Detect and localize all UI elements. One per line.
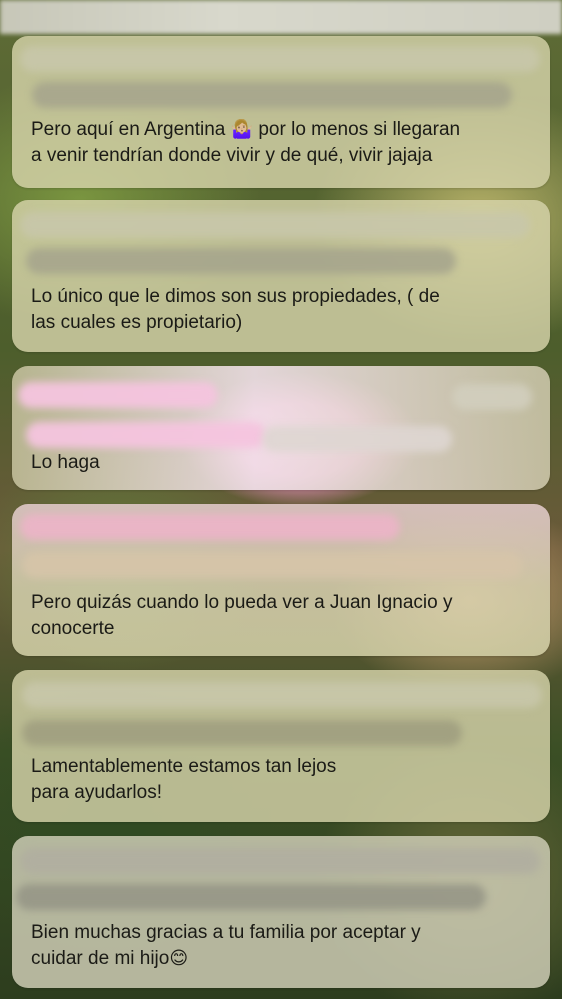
message-bubble-1[interactable]: Pero aquí en Argentina 🤷🏼‍♀️ por lo meno… — [12, 36, 550, 188]
redacted-text — [26, 248, 456, 274]
message-bubble-5[interactable]: Lamentablemente estamos tan lejos para a… — [12, 670, 550, 822]
redacted-text — [22, 552, 522, 578]
message-bubble-4[interactable]: Pero quizás cuando lo pueda ver a Juan I… — [12, 504, 550, 656]
woman-shrugging-icon: 🤷🏼‍♀️ — [230, 119, 254, 140]
message-bubble-2[interactable]: Lo único que le dimos son sus propiedade… — [12, 200, 550, 352]
message-text: Pero aquí en Argentina 🤷🏼‍♀️ por lo meno… — [31, 119, 461, 166]
message-text: Bien muchas gracias a tu familia por ace… — [31, 922, 421, 969]
redacted-text — [22, 682, 542, 708]
message-bubble-3[interactable]: Lo haga — [12, 366, 550, 490]
redacted-text — [18, 382, 218, 408]
smiling-face-icon: 😊 — [169, 948, 189, 969]
message-bubble-6[interactable]: Bien muchas gracias a tu familia por ace… — [12, 836, 550, 988]
redacted-text — [26, 422, 266, 448]
redacted-text — [16, 884, 486, 910]
redacted-text — [20, 848, 540, 874]
redacted-text — [20, 46, 540, 72]
message-text: Lamentablemente estamos tan lejos para a… — [31, 756, 337, 803]
message-text: Lo único que le dimos son sus propiedade… — [31, 286, 440, 333]
redacted-text — [22, 720, 462, 746]
redacted-text — [20, 212, 530, 238]
blurred-status-bar — [0, 0, 562, 34]
redacted-text — [32, 82, 512, 108]
redacted-text — [452, 384, 532, 410]
redacted-text — [20, 514, 400, 540]
message-text: Pero quizás cuando lo pueda ver a Juan I… — [31, 592, 453, 639]
message-text: Lo haga — [31, 452, 100, 473]
redacted-text — [262, 426, 452, 452]
